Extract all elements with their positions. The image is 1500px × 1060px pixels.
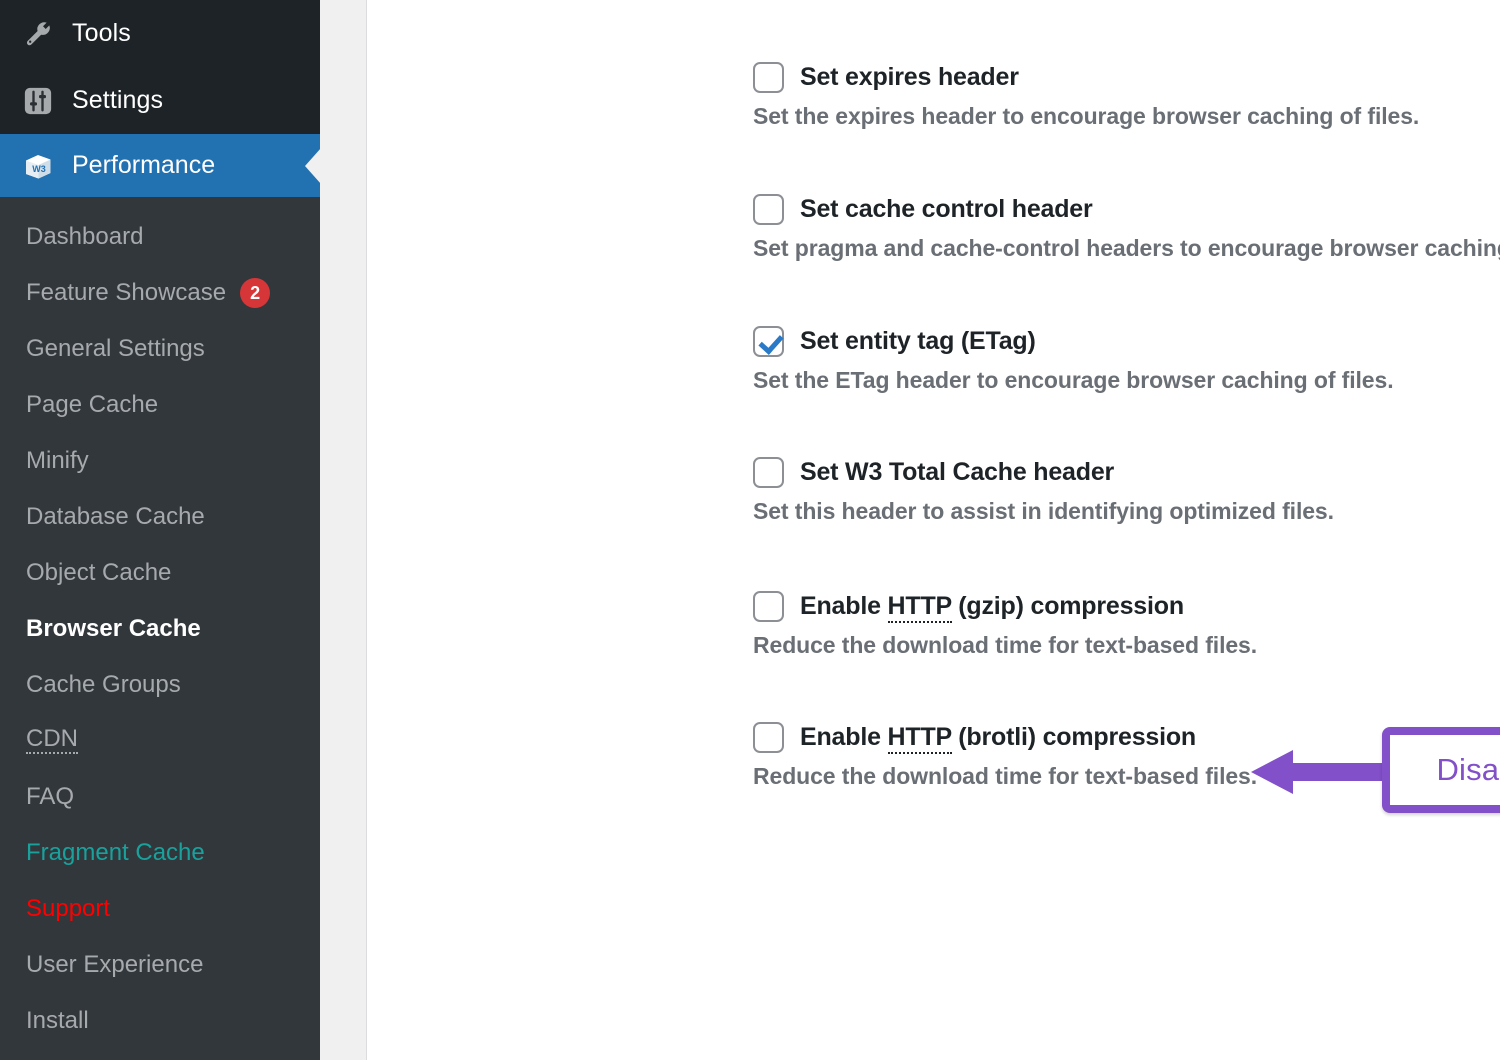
sidebar-item-label: Feature Showcase: [26, 279, 227, 306]
option-row: Enable HTTP (gzip) compression Reduce the…: [753, 591, 1500, 659]
option-title[interactable]: Set entity tag (ETag): [800, 327, 1036, 356]
options-list: Set expires header Set the expires header…: [753, 62, 1500, 790]
option-description: Set pragma and cache-control headers to …: [753, 235, 1500, 261]
option-description: Set the ETag header to encourage browser…: [753, 367, 1394, 393]
checkbox-set-entity-tag-etag[interactable]: [753, 326, 784, 357]
option-title-prefix: Enable: [800, 592, 888, 620]
browser-cache-settings: Set expires header Set the expires header…: [367, 0, 1500, 1060]
sidebar-item-faq[interactable]: FAQ: [0, 769, 320, 825]
option-row: Set expires header Set the expires header…: [753, 62, 1500, 130]
sidebar-top-group: Tools Settings: [0, 0, 320, 134]
sidebar-item-label: Settings: [72, 86, 164, 114]
sidebar-item-support[interactable]: Support: [0, 881, 320, 937]
option-title[interactable]: Enable HTTP (brotli) compression: [800, 723, 1196, 754]
option-description: Reduce the download time for text-based …: [753, 632, 1258, 658]
annotation-text: Disable this option: [1436, 752, 1500, 787]
admin-screen: Tools Settings W3 Performance Dashboard …: [0, 0, 1500, 1060]
annotation-inner: Disable this option: [1390, 735, 1500, 805]
sidebar-item-page-cache[interactable]: Page Cache: [0, 377, 320, 433]
content-gutter: [320, 0, 367, 1060]
w3-cube-icon: W3: [17, 149, 59, 183]
svg-text:W3: W3: [32, 164, 46, 174]
abbr-http: HTTP: [887, 592, 952, 623]
sidebar-item-label: Cache Groups: [26, 671, 181, 698]
checkbox-set-cache-control-header[interactable]: [753, 194, 784, 225]
sidebar-item-user-experience[interactable]: User Experience: [0, 937, 320, 993]
sliders-icon: [17, 86, 59, 116]
sidebar-item-label: Browser Cache: [26, 615, 201, 642]
option-title[interactable]: Set cache control header: [800, 195, 1093, 224]
checkbox-enable-http-brotli-compression[interactable]: [753, 722, 784, 753]
sidebar-item-label: User Experience: [26, 951, 204, 978]
option-title[interactable]: Set W3 Total Cache header: [800, 458, 1114, 487]
option-title-prefix: Enable: [800, 723, 888, 751]
sidebar-item-badge: 2: [240, 278, 271, 308]
option-header: Set expires header: [753, 62, 1500, 93]
sidebar-item-general-settings[interactable]: General Settings: [0, 321, 320, 377]
sidebar-item-minify[interactable]: Minify: [0, 433, 320, 489]
sidebar-item-performance[interactable]: W3 Performance: [0, 134, 320, 197]
sidebar-item-database-cache[interactable]: Database Cache: [0, 489, 320, 545]
abbr-http: HTTP: [887, 723, 952, 754]
checkbox-enable-http-gzip-compression[interactable]: [753, 591, 784, 622]
option-row: Set entity tag (ETag) Set the ETag header…: [753, 326, 1500, 394]
sidebar-item-tools[interactable]: Tools: [0, 0, 320, 67]
sidebar-item-label: FAQ: [26, 783, 75, 810]
option-header: Enable HTTP (gzip) compression: [753, 591, 1500, 623]
option-header: Set cache control header: [753, 194, 1500, 225]
sidebar-item-label: General Settings: [26, 335, 205, 362]
annotation-arrow-icon: [1251, 750, 1387, 794]
sidebar-item-label: Minify: [26, 447, 89, 474]
sidebar-item-settings[interactable]: Settings: [0, 67, 320, 134]
active-menu-pointer: [305, 147, 320, 184]
option-description: Set this header to assist in identifying…: [753, 498, 1334, 524]
option-header: Set entity tag (ETag): [753, 326, 1500, 357]
option-title-suffix: (gzip) compression: [951, 592, 1184, 620]
checkbox-set-expires-header[interactable]: [753, 62, 784, 93]
sidebar-item-label: Dashboard: [26, 223, 144, 250]
sidebar-item-feature-showcase[interactable]: Feature Showcase 2: [0, 265, 320, 321]
sidebar-item-label: Support: [26, 895, 111, 922]
sidebar-item-label: CDN: [26, 725, 78, 754]
checkbox-set-w3-total-cache-header[interactable]: [753, 457, 784, 488]
option-title[interactable]: Enable HTTP (gzip) compression: [800, 592, 1184, 623]
option-row: Set cache control header Set pragma and c…: [753, 194, 1500, 262]
sidebar-item-label: Object Cache: [26, 559, 172, 586]
sidebar-item-cache-groups[interactable]: Cache Groups: [0, 657, 320, 713]
annotation-callout: Disable this option: [1382, 727, 1500, 813]
sidebar-item-object-cache[interactable]: Object Cache: [0, 545, 320, 601]
sidebar-item-install[interactable]: Install: [0, 993, 320, 1049]
admin-sidebar: Tools Settings W3 Performance Dashboard …: [0, 0, 320, 1060]
option-row: Set W3 Total Cache header Set this header…: [753, 457, 1500, 525]
option-title-suffix: (brotli) compression: [951, 723, 1196, 751]
sidebar-item-label: Install: [26, 1007, 89, 1034]
option-title[interactable]: Set expires header: [800, 63, 1019, 92]
sidebar-item-label: Performance: [72, 151, 216, 179]
sidebar-item-label: Fragment Cache: [26, 839, 205, 866]
sidebar-item-label: Page Cache: [26, 391, 159, 418]
sidebar-item-label: Database Cache: [26, 503, 205, 530]
sidebar-item-label: Tools: [72, 19, 131, 47]
sidebar-item-browser-cache[interactable]: Browser Cache: [0, 601, 320, 657]
sidebar-item-dashboard[interactable]: Dashboard: [0, 209, 320, 265]
option-header: Set W3 Total Cache header: [753, 457, 1500, 488]
wrench-icon: [17, 20, 59, 48]
sidebar-item-cdn[interactable]: CDN: [0, 713, 320, 769]
option-description: Set the expires header to encourage brow…: [753, 103, 1420, 129]
sidebar-submenu: Dashboard Feature Showcase 2 General Settin…: [0, 197, 320, 1049]
sidebar-item-fragment-cache[interactable]: Fragment Cache: [0, 825, 320, 881]
